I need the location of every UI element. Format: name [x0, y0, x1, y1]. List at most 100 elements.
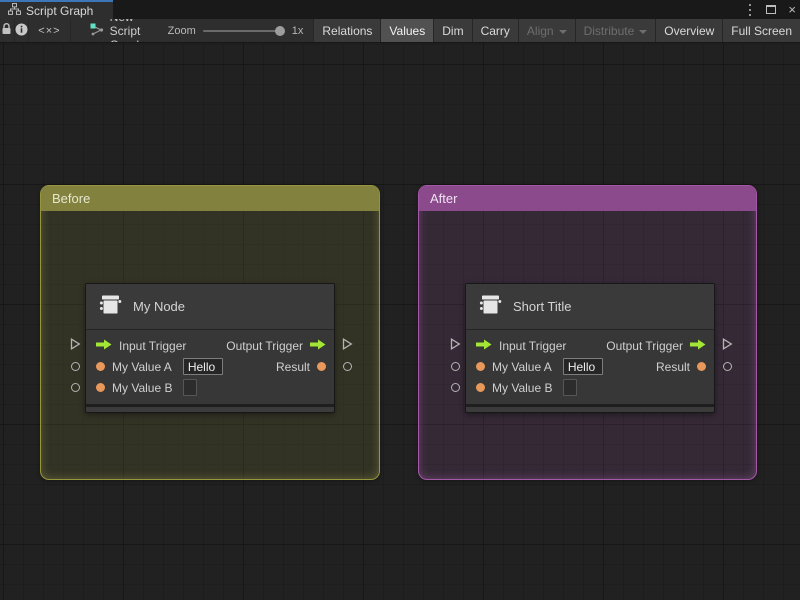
- carry-button[interactable]: Carry: [471, 19, 518, 42]
- my-value-a-label: My Value A: [112, 359, 172, 374]
- port-row: My Value A Result: [86, 356, 334, 377]
- group-before-header[interactable]: Before: [41, 186, 379, 211]
- custom-node-icon: [98, 292, 123, 322]
- port-row: My Value A Result: [466, 356, 714, 377]
- node-header[interactable]: My Node: [86, 284, 334, 330]
- input-trigger-outer-port[interactable]: [68, 337, 82, 351]
- node-title: My Node: [133, 299, 186, 314]
- value-port-icon[interactable]: [96, 383, 105, 392]
- my-value-b-input[interactable]: [563, 379, 578, 396]
- value-port-icon[interactable]: [96, 362, 105, 371]
- my-value-a-input[interactable]: [182, 358, 223, 375]
- close-icon[interactable]: ×: [788, 3, 796, 16]
- input-trigger-outer-port[interactable]: [448, 337, 462, 351]
- node-body: Input Trigger Output Trigger My Value A …: [86, 330, 334, 404]
- result-label: Result: [275, 359, 310, 374]
- tab-bar: Script Graph ×: [0, 0, 800, 19]
- node-body: Input Trigger Output Trigger My Value A …: [466, 330, 714, 404]
- inspect-button[interactable]: [15, 19, 30, 42]
- trigger-arrow-icon[interactable]: [310, 337, 326, 355]
- chevron-down-icon: [639, 29, 648, 34]
- value-port-icon[interactable]: [476, 383, 485, 392]
- edit-script-button[interactable]: <×>: [29, 19, 71, 42]
- distribute-label: Distribute: [583, 23, 635, 38]
- group-after-header[interactable]: After: [419, 186, 756, 211]
- zoom-slider-track: [202, 29, 285, 32]
- info-icon: [15, 23, 28, 39]
- group-before-title: Before: [52, 191, 91, 206]
- my-value-b-label: My Value B: [112, 380, 173, 395]
- node-header[interactable]: Short Title: [466, 284, 714, 330]
- result-outer-port[interactable]: [340, 359, 354, 373]
- output-trigger-label: Output Trigger: [226, 338, 303, 353]
- my-value-a-outer-port[interactable]: [448, 359, 462, 373]
- port-row: Input Trigger Output Trigger: [466, 335, 714, 356]
- values-button[interactable]: Values: [380, 19, 434, 42]
- window-controls: ×: [746, 0, 796, 19]
- zoom-control: Zoom 1x: [158, 19, 314, 42]
- my-value-b-outer-port[interactable]: [68, 380, 82, 394]
- full-screen-label: Full Screen: [731, 23, 792, 38]
- code-icon: <×>: [38, 24, 61, 37]
- values-label: Values: [389, 23, 426, 38]
- full-screen-button[interactable]: Full Screen: [722, 19, 800, 42]
- relations-label: Relations: [322, 23, 373, 38]
- carry-label: Carry: [480, 23, 510, 38]
- output-trigger-label: Output Trigger: [606, 338, 683, 353]
- overview-label: Overview: [664, 23, 715, 38]
- lock-icon: [1, 23, 12, 38]
- output-trigger-outer-port[interactable]: [340, 337, 354, 351]
- my-value-a-label: My Value A: [492, 359, 552, 374]
- toolbar-button-group: Relations Values Dim Carry Align Distrib…: [313, 19, 800, 42]
- relations-button[interactable]: Relations: [313, 19, 381, 42]
- value-port-icon[interactable]: [697, 362, 706, 371]
- port-row: My Value B: [86, 377, 334, 398]
- my-value-a-outer-port[interactable]: [68, 359, 82, 373]
- dim-label: Dim: [442, 23, 464, 38]
- trigger-arrow-icon[interactable]: [690, 337, 706, 355]
- my-value-b-input[interactable]: [183, 379, 198, 396]
- trigger-arrow-icon[interactable]: [96, 337, 112, 355]
- graph-canvas[interactable]: Before After My Node Input Trigger Outpu…: [0, 43, 800, 600]
- distribute-dropdown[interactable]: Distribute: [574, 19, 656, 42]
- node-my-node[interactable]: My Node Input Trigger Output Trigger My …: [85, 283, 335, 413]
- chevron-down-icon: [558, 29, 567, 34]
- node-my-node-wrapper: My Node Input Trigger Output Trigger My …: [66, 283, 356, 413]
- new-script-graph-button[interactable]: New Script Graph: [80, 19, 158, 42]
- lock-button[interactable]: [0, 19, 15, 42]
- zoom-value: 1x: [291, 24, 304, 37]
- node-short-title-wrapper: Short Title Input Trigger Output Trigger: [446, 283, 736, 413]
- my-value-a-input[interactable]: [562, 358, 603, 375]
- node-short-title[interactable]: Short Title Input Trigger Output Trigger: [465, 283, 715, 413]
- script-graph-window: Script Graph × <×> Script Zoom 1x Relati…: [0, 0, 800, 600]
- port-row: My Value B: [466, 377, 714, 398]
- result-label: Result: [655, 359, 690, 374]
- tab-script-graph[interactable]: Script Graph: [0, 0, 113, 19]
- new-script-graph-label: New Script Graph: [109, 19, 143, 42]
- output-trigger-outer-port[interactable]: [720, 337, 734, 351]
- value-port-icon[interactable]: [317, 362, 326, 371]
- overview-button[interactable]: Overview: [655, 19, 723, 42]
- port-row: Input Trigger Output Trigger: [86, 335, 334, 356]
- dim-button[interactable]: Dim: [433, 19, 472, 42]
- node-footer: [466, 404, 714, 412]
- zoom-slider[interactable]: [202, 25, 285, 37]
- my-value-b-label: My Value B: [492, 380, 553, 395]
- trigger-arrow-icon[interactable]: [476, 337, 492, 355]
- align-dropdown[interactable]: Align: [517, 19, 575, 42]
- result-outer-port[interactable]: [720, 359, 734, 373]
- graph-node-icon: [90, 23, 104, 39]
- input-trigger-label: Input Trigger: [499, 338, 567, 353]
- group-after-title: After: [430, 191, 458, 206]
- maximize-icon[interactable]: [766, 5, 777, 14]
- graph-toolbar: <×> New Script Graph Zoom 1x Rela: [0, 19, 800, 43]
- align-label: Align: [526, 23, 554, 38]
- zoom-label: Zoom: [167, 24, 196, 37]
- zoom-slider-handle[interactable]: [274, 25, 285, 36]
- menu-kebab-icon[interactable]: [749, 8, 752, 11]
- my-value-b-outer-port[interactable]: [448, 380, 462, 394]
- value-port-icon[interactable]: [476, 362, 485, 371]
- tab-title: Script Graph: [26, 3, 94, 18]
- node-footer: [86, 404, 334, 412]
